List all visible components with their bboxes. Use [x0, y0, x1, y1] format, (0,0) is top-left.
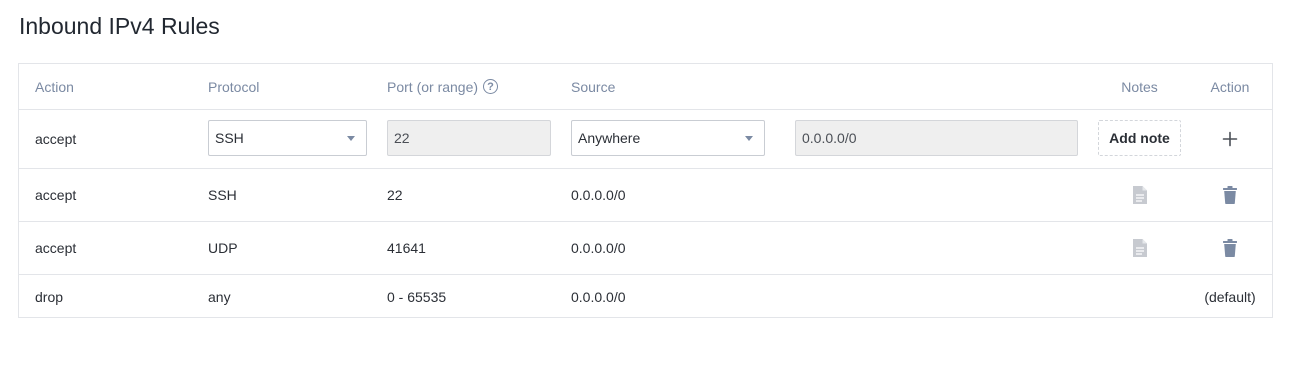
- help-icon[interactable]: ?: [483, 79, 499, 94]
- rule-protocol: any: [208, 288, 231, 305]
- port-input[interactable]: 22: [387, 120, 551, 156]
- delete-button[interactable]: [1186, 222, 1274, 274]
- rule-action: accept: [35, 240, 77, 256]
- source-cidr-value: 0.0.0.0/0: [802, 130, 857, 146]
- header-action: Action: [35, 78, 74, 95]
- source-select-value: Anywhere: [578, 130, 641, 146]
- default-label: (default): [1204, 288, 1256, 305]
- delete-button[interactable]: [1186, 169, 1274, 221]
- protocol-select[interactable]: SSH: [208, 120, 367, 156]
- header-action-2: Action: [1210, 78, 1250, 95]
- chevron-down-icon: [745, 136, 753, 141]
- header-port-label: Port (or range): [387, 78, 479, 95]
- document-icon: [1132, 239, 1147, 257]
- new-rule-row: accept SSH 22 Anywhere 0.0.0.0/0 Add not…: [19, 110, 1272, 169]
- port-input-value: 22: [394, 130, 410, 146]
- protocol-select-value: SSH: [215, 130, 244, 146]
- header-notes: Notes: [1121, 78, 1158, 95]
- rule-source: 0.0.0.0/0: [571, 240, 626, 256]
- chevron-down-icon: [347, 136, 355, 141]
- header-source: Source: [571, 78, 616, 95]
- trash-icon: [1223, 239, 1237, 257]
- rules-table: Action Protocol Port (or range) ? Source…: [18, 63, 1273, 318]
- rule-action: accept: [35, 187, 77, 203]
- table-row: accept UDP 41641 0.0.0.0/0: [19, 222, 1272, 275]
- rule-port: 22: [387, 187, 403, 203]
- document-icon: [1132, 186, 1147, 204]
- trash-icon: [1223, 186, 1237, 204]
- new-rule-action: accept: [35, 131, 77, 147]
- rule-port: 0 - 65535: [387, 288, 447, 305]
- table-header: Action Protocol Port (or range) ? Source…: [19, 64, 1272, 110]
- rule-protocol: UDP: [208, 240, 238, 256]
- default-rule-row: drop any 0 - 65535 0.0.0.0/0 (default): [19, 275, 1272, 318]
- rule-source: 0.0.0.0/0: [571, 187, 626, 203]
- rule-action: drop: [35, 288, 64, 305]
- header-port: Port (or range) ?: [387, 64, 499, 109]
- source-cidr-input[interactable]: 0.0.0.0/0: [795, 120, 1078, 156]
- note-button[interactable]: [1097, 169, 1182, 221]
- rule-port: 41641: [387, 240, 426, 256]
- source-select[interactable]: Anywhere: [571, 120, 765, 156]
- header-protocol: Protocol: [208, 78, 260, 95]
- rule-source: 0.0.0.0/0: [571, 288, 626, 305]
- rule-protocol: SSH: [208, 187, 237, 203]
- plus-icon: [1222, 131, 1238, 147]
- note-button[interactable]: [1097, 222, 1182, 274]
- add-rule-button[interactable]: [1186, 110, 1274, 168]
- page-title: Inbound IPv4 Rules: [19, 13, 220, 39]
- add-note-button[interactable]: Add note: [1098, 120, 1181, 156]
- table-row: accept SSH 22 0.0.0.0/0: [19, 169, 1272, 222]
